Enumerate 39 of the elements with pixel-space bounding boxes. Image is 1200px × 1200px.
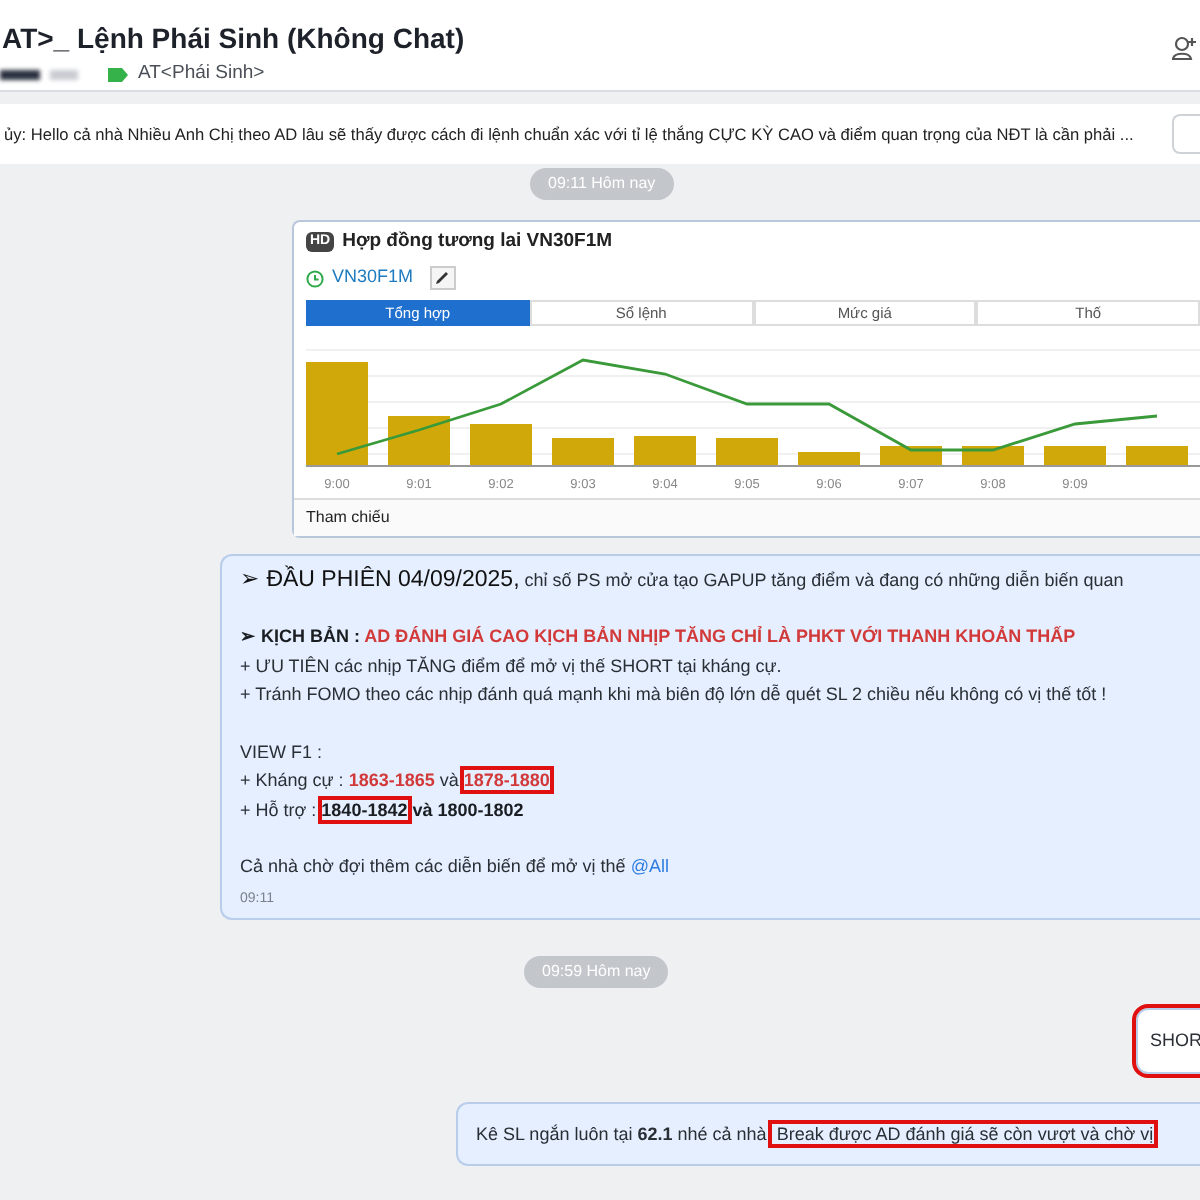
bar [880, 445, 942, 466]
message-text: ➢ ĐẦU PHIÊN 04/09/2025, chỉ số PS mở cửa tạo GAPUP tăng điểm và đang có những diễn biến quan [240, 565, 1126, 595]
time-divider: 09:59 Hôm nay [524, 956, 669, 989]
message-text: ➢ KỊCH BẢN : AD ĐÁNH GIÁ CAO KỊCH BẢN NHỊP TĂNG CHỈ LÀ PHKT VỚI THANH KHOẢN THẤP [240, 624, 1078, 651]
redacted-block [0, 69, 40, 80]
bar [552, 437, 614, 466]
reference-label: Tham chiếu [294, 497, 1200, 536]
bar [388, 415, 450, 466]
message-text: Kê SL ngắn luôn tại 62.1 nhé cả nhà. Break được AD đánh giá sẽ còn vượt và chờ vị [476, 1121, 1156, 1148]
chart-title: Hợp đồng tương lai VN30F1M [342, 228, 613, 256]
pinned-message: ủy: Hello cả nhà Nhiều Anh Chị theo AD lâu sẽ thấy được cách đi lệnh chuẩn xác với tỉ lệ thắng CỰC KỲ CAO và điểm quan trọng của NĐT là cần phải ... [4, 121, 1134, 147]
highlighted-text: 1878-1880 [463, 770, 550, 791]
tag-icon [108, 67, 128, 82]
message-text: VIEW F1 : [240, 739, 325, 766]
redacted-block [50, 69, 78, 80]
message-text: Cả nhà chờ đợi thêm các diễn biến để mở vị thế @All [240, 854, 671, 881]
bar [798, 451, 860, 466]
highlighted-text: Break được AD đánh giá sẽ còn vượt và chờ vị [771, 1123, 1154, 1144]
pencil-icon [434, 270, 451, 286]
bar [716, 437, 778, 466]
bar [1126, 445, 1188, 466]
group-tag: AT<Phái Sinh> [138, 60, 265, 89]
bar [962, 445, 1024, 466]
bar [1044, 445, 1106, 466]
time-divider: 09:11 Hôm nay [530, 168, 674, 200]
bar [306, 361, 368, 466]
message-text: + Tránh FOMO theo các nhịp đánh quá mạnh khi mà biên độ lớn dễ quét SL 2 chiều nếu không có vị thế tốt ! [240, 682, 1109, 709]
add-member-icon[interactable] [1172, 36, 1196, 60]
message-text: + Kháng cự : 1863-1865 và 1878-1880 [240, 768, 552, 795]
highlighted-text: 1840-1842 [321, 799, 408, 820]
edit-button[interactable] [429, 266, 456, 290]
message-text: + ƯU TIÊN các nhịp TĂNG điểm để mở vị thế SHORT tại kháng cự. [240, 653, 784, 680]
chat-title: AT>_ Lệnh Phái Sinh (Không Chat) [2, 20, 465, 58]
message-text: + Hỗ trợ : 1840-1842 và 1800-1802 [240, 797, 526, 824]
mention-link[interactable]: @All [630, 856, 669, 877]
bar [634, 435, 696, 466]
clock-icon [306, 269, 324, 287]
bar [470, 423, 532, 466]
symbol-label: VN30F1M [332, 264, 414, 291]
